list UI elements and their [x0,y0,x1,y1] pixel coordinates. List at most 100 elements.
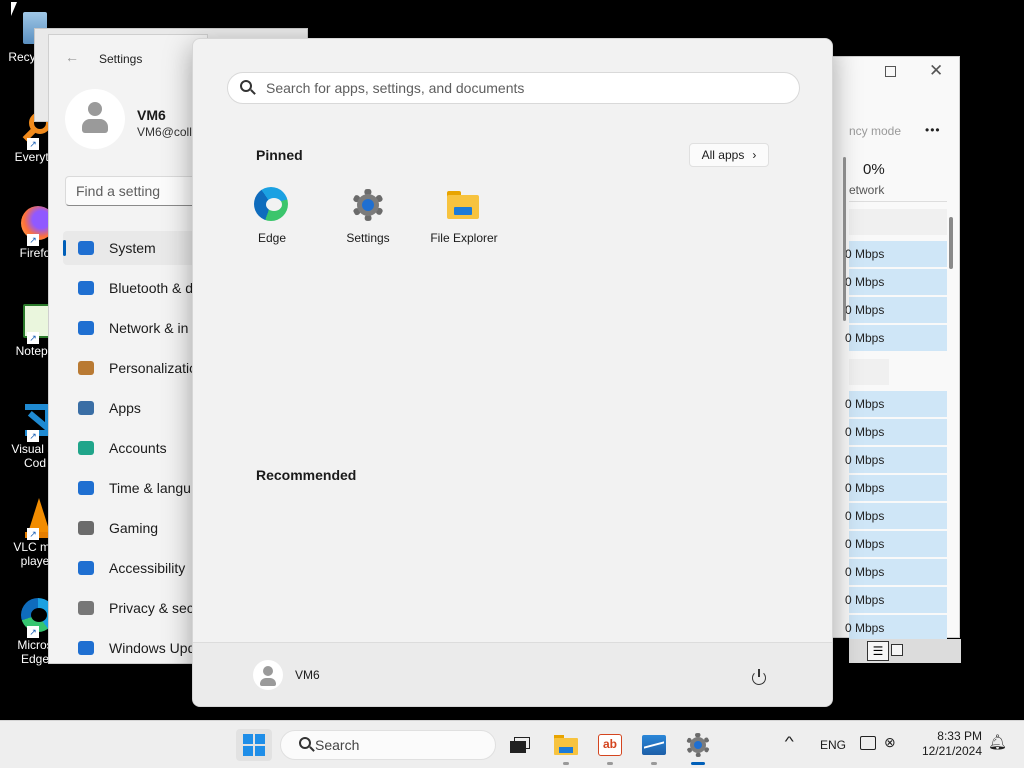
system-icon [75,238,97,258]
brush-icon [75,358,97,378]
running-indicator [651,762,657,765]
task-view-button[interactable] [502,729,538,761]
task-view-icon [510,737,530,753]
process-network-cell[interactable]: 0 Mbps [845,559,947,585]
clock[interactable]: 8:33 PM 12/21/2024 [912,729,982,759]
settings-user-name: VM6 [137,107,166,123]
language-indicator[interactable]: ENG [820,738,846,752]
pinned-app-file-explorer[interactable]: File Explorer [416,187,512,245]
network-status-icon[interactable] [860,736,876,750]
settings-nav-item[interactable]: System [63,231,213,265]
settings-gear-icon [350,187,386,223]
settings-gear-icon [686,733,710,757]
settings-nav-label: Apps [109,400,141,416]
taskbar-task-manager[interactable] [636,729,672,765]
clock-date: 12/21/2024 [921,744,982,758]
process-network-cell[interactable]: 0 Mbps [845,587,947,613]
header-divider [849,201,947,202]
power-button[interactable] [745,663,773,691]
recommended-heading: Recommended [256,467,357,483]
avatar [253,660,283,690]
find-setting-input[interactable]: Find a setting [65,176,209,206]
settings-nav-label: Accessibility [109,560,186,576]
process-network-cell[interactable]: 0 Mbps [845,531,947,557]
taskbar-search-label: Search [315,737,360,753]
network-column-header[interactable]: etwork [849,183,884,197]
more-options-icon[interactable]: ••• [925,123,941,137]
settings-nav-label: Gaming [109,520,159,536]
notification-bell-icon[interactable]: 🔔︎ [988,733,1007,751]
settings-nav-label: Network & in [109,320,189,336]
process-network-cell[interactable]: 0 Mbps [845,503,947,529]
process-network-cell[interactable]: 0 Mbps [845,615,947,641]
close-icon[interactable]: ✕ [929,61,943,81]
network-percent: 0% [863,161,885,178]
folder-icon [446,187,482,223]
start-search-box[interactable] [227,72,800,104]
search-icon [240,80,256,96]
process-network-cell[interactable]: 0 Mbps [845,447,947,473]
process-network-cell[interactable]: 0 Mbps [845,241,947,267]
compact-view-icon[interactable] [891,644,903,656]
taskbar-text-editor[interactable]: ab [592,729,628,765]
settings-nav-label: Privacy & secu [109,600,193,616]
apps-icon [75,398,97,418]
process-network-cell[interactable]: 0 Mbps [845,475,947,501]
process-network-cell[interactable]: 0 Mbps [845,297,947,323]
power-icon [751,669,767,685]
mouse-cursor-icon [11,2,21,16]
settings-nav-label: Bluetooth & d [109,280,193,296]
shield-icon [75,598,97,618]
efficiency-mode-button[interactable]: ncy mode [849,124,901,138]
pinned-app-label: Edge [257,231,287,245]
pinned-heading: Pinned [256,147,303,163]
settings-nav-item[interactable]: Gaming [63,511,213,545]
text-editor-icon: ab [598,734,622,756]
update-icon [75,638,97,658]
settings-nav-label: Time & langu [109,480,191,496]
taskbar-search[interactable]: Search [280,730,496,760]
all-apps-button[interactable]: All apps › [689,143,769,167]
process-network-cell[interactable]: 0 Mbps [845,391,947,417]
user-icon [80,102,110,136]
task-manager-window: ✕ ncy mode ••• 0% etwork 0 Mbps 0 Mbps 0 M… [830,56,961,663]
settings-nav-item[interactable]: Accounts [63,431,213,465]
start-scrollbar[interactable] [843,157,846,321]
pinned-app-edge[interactable]: Edge [224,187,320,245]
taskbar-file-explorer[interactable] [548,729,584,765]
back-arrow-icon[interactable]: ← [65,49,79,65]
taskbar-settings[interactable] [680,729,716,765]
settings-window-title: Settings [99,52,143,66]
maximize-icon[interactable] [885,66,896,77]
process-network-cell[interactable]: 0 Mbps [845,419,947,445]
group-row [849,359,889,385]
start-button[interactable] [236,729,272,761]
start-user-button[interactable]: VM6 [253,659,320,691]
settings-nav-item[interactable]: Network & in [63,311,213,345]
settings-nav-item[interactable]: Accessibility [63,551,213,585]
details-view-icon[interactable]: ☰ [867,641,889,661]
pinned-app-label: File Explorer [430,231,498,245]
volume-muted-icon[interactable]: ⊗ [884,734,896,751]
windows-logo-icon [243,734,265,756]
start-search-input[interactable] [266,80,766,96]
avatar[interactable] [65,89,125,149]
settings-window: ← Settings VM6 VM6@coll Find a setting S… [48,34,213,664]
settings-nav-item[interactable]: Windows Upd [63,631,213,665]
task-manager-icon [642,735,666,755]
running-indicator [607,762,613,765]
running-indicator [563,762,569,765]
all-apps-label: All apps [701,148,745,162]
process-network-cell[interactable]: 0 Mbps [845,325,947,351]
settings-nav-item[interactable]: Privacy & secu [63,591,213,625]
process-network-cell[interactable]: 0 Mbps [845,269,947,295]
settings-nav-item[interactable]: Apps [63,391,213,425]
vertical-scrollbar[interactable] [949,217,953,269]
pinned-app-settings[interactable]: Settings [320,187,416,245]
settings-nav-item[interactable]: Time & langu [63,471,213,505]
search-icon [291,737,315,753]
settings-nav-item[interactable]: Personalizatio [63,351,213,385]
settings-nav-item[interactable]: Bluetooth & d [63,271,213,305]
show-hidden-icons-chevron-icon[interactable]: ^ [785,733,794,749]
edge-icon [254,187,290,223]
